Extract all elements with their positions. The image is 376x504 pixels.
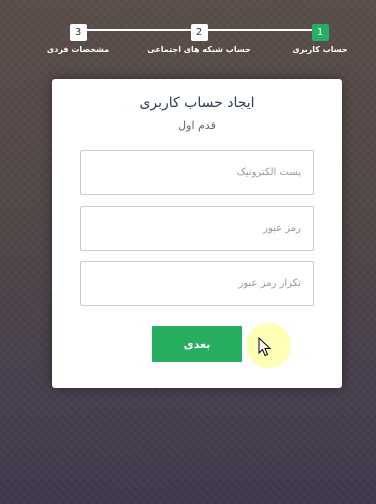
step-number: 2 [190,24,208,41]
step-account: 1 حساب کاربری [265,20,375,54]
progress-bar: 1 حساب کاربری 2 حساب شبکه های اجتماعی 3 … [0,0,376,70]
mouse-pointer-icon [258,337,272,357]
next-button[interactable]: بعدی [152,326,242,362]
step-label: حساب کاربری [292,45,348,54]
form-subtitle: قدم اول [178,119,216,132]
step-social-accounts: 2 حساب شبکه های اجتماعی [144,20,254,54]
step-personal-details: 3 مشخصات فردی [23,20,133,54]
password-field[interactable] [80,206,314,251]
form-title: ایجاد حساب کاربری [139,95,255,111]
confirm-password-field[interactable] [80,261,314,306]
email-field[interactable] [80,150,314,195]
signup-form-card: ایجاد حساب کاربری قدم اول بعدی [52,79,342,388]
step-label: مشخصات فردی [46,45,110,54]
step-number: 1 [311,24,329,41]
step-label: حساب شبکه های اجتماعی [147,45,251,54]
step-number: 3 [69,24,87,41]
